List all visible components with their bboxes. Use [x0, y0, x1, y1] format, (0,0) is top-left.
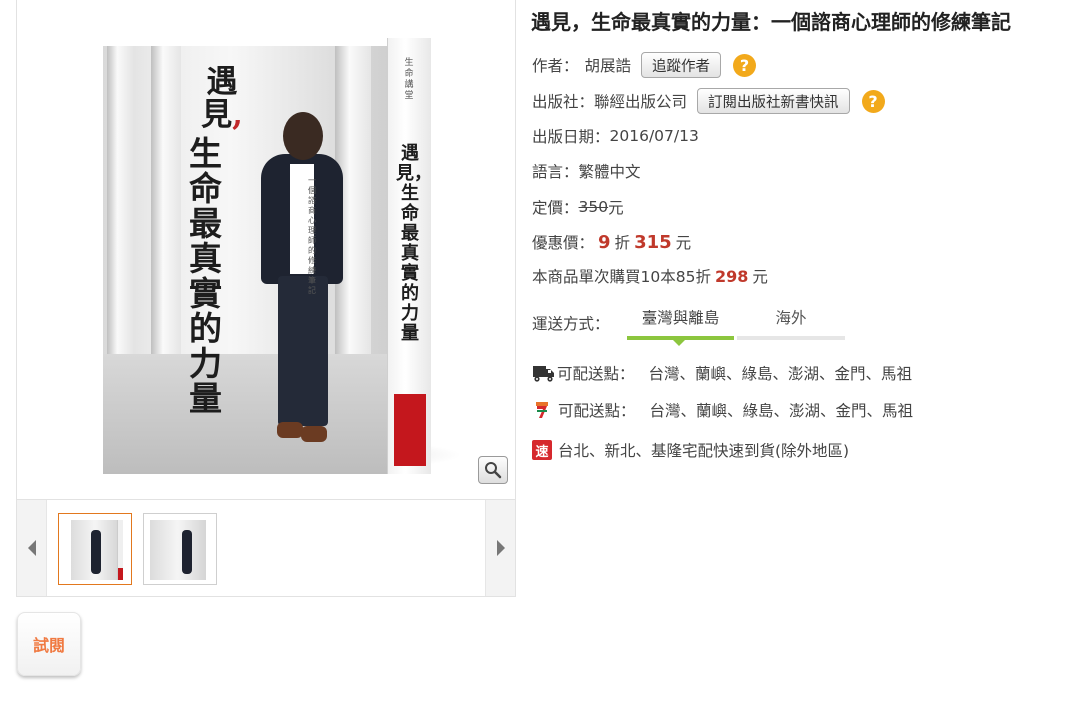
bulk-price-unit: 元 — [752, 268, 768, 286]
preview-button[interactable]: 試閱 — [17, 612, 81, 676]
tab-overseas-underline — [737, 336, 845, 340]
help-icon[interactable]: ? — [861, 89, 885, 113]
book-cover-image[interactable]: 遇見, 生命最真實的力量 一個諮商心理師的修練筆記 生命講堂 遇見，生命最真實的… — [103, 38, 463, 478]
bulk-price-row: 本商品單次購買10本85折 298 元 — [532, 261, 768, 291]
bulk-price-value: 298 — [714, 266, 749, 286]
list-price-row: 定價： 350 元 — [532, 192, 624, 222]
delivery-row-store: 可配送點： 台灣、蘭嶼、綠島、澎湖、金門、馬祖 — [532, 397, 913, 423]
caret-right-icon — [496, 540, 505, 556]
list-price-unit: 元 — [608, 199, 624, 217]
caret-left-icon — [27, 540, 36, 556]
sale-price-label: 優惠價： — [532, 234, 595, 252]
thumbnail-2[interactable] — [143, 513, 217, 585]
discount-unit: 折 — [614, 234, 631, 252]
tab-pointer-icon — [673, 340, 685, 346]
publisher-label: 出版社： — [532, 93, 595, 111]
delivery-row-express: 速 台北、新北、基隆宅配快速到貨(除外地區) — [532, 437, 849, 463]
thumb-person — [91, 530, 101, 574]
cover-title-line1: 遇見, — [201, 64, 243, 133]
publisher-link[interactable]: 聯經出版公司 — [594, 90, 687, 112]
sale-price-row: 優惠價： 9 折 315 元 — [532, 227, 691, 257]
seven-eleven-icon — [536, 402, 548, 418]
author-link[interactable]: 胡展誥 — [585, 54, 632, 76]
follow-author-button[interactable]: 追蹤作者 — [641, 52, 722, 78]
list-price-value: 350 — [578, 198, 609, 216]
shipping-label: 運送方式： — [532, 315, 610, 333]
cover-image-panel: 遇見, 生命最真實的力量 一個諮商心理師的修練筆記 生命講堂 遇見，生命最真實的… — [16, 0, 516, 500]
express-icon: 速 — [532, 440, 552, 460]
tab-taiwan[interactable]: 臺灣與離島 — [627, 306, 734, 336]
spine-title: 遇見，生命最真實的力量 — [396, 143, 432, 344]
cover-title-line2: 生命最真實的力量 — [189, 134, 222, 418]
language-value: 繁體中文 — [578, 163, 641, 181]
cover-person-legs — [278, 276, 328, 426]
delivery-places: 台灣、蘭嶼、綠島、澎湖、金門、馬祖 — [649, 402, 914, 420]
pub-date-label: 出版日期： — [532, 128, 610, 146]
thumb-prev-button[interactable] — [17, 500, 47, 596]
publisher-row: 出版社： 聯經出版公司 訂閱出版社新書快訊 ? — [532, 86, 885, 116]
cover-floor — [103, 354, 387, 474]
tab-overseas[interactable]: 海外 — [737, 306, 845, 336]
delivery-label: 可配送點： — [558, 402, 636, 420]
author-row: 作者： 胡展誥 追蹤作者 ? — [532, 50, 757, 80]
delivery-label: 可配送點： — [557, 365, 635, 383]
thumb-next-button[interactable] — [485, 500, 515, 596]
thumb-person — [182, 530, 192, 574]
delivery-places: 台灣、蘭嶼、綠島、澎湖、金門、馬祖 — [648, 365, 913, 383]
language-row: 語言： 繁體中文 — [532, 156, 641, 186]
list-price-label: 定價： — [532, 199, 579, 217]
bulk-text: 本商品單次購買10本85折 — [532, 268, 711, 286]
cover-person-shoe — [277, 422, 303, 438]
delivery-row-home: 可配送點： 台灣、蘭嶼、綠島、澎湖、金門、馬祖 — [532, 360, 912, 386]
zoom-button[interactable] — [478, 456, 508, 484]
spine-series: 生命講堂 — [404, 58, 414, 101]
book-title: 遇見，生命最真實的力量：一個諮商心理師的修練筆記 — [531, 10, 1011, 34]
sale-price-unit: 元 — [675, 234, 692, 252]
author-label: 作者： — [532, 57, 579, 75]
subscribe-publisher-button[interactable]: 訂閱出版社新書快訊 — [697, 88, 850, 114]
thumbnail-1[interactable] — [58, 513, 132, 585]
sale-price-value: 315 — [634, 231, 672, 253]
thumb-cover — [150, 520, 206, 580]
thumbnail-strip — [16, 500, 516, 597]
help-icon[interactable]: ? — [733, 53, 757, 77]
publisher-logo — [394, 394, 426, 466]
express-text: 台北、新北、基隆宅配快速到貨(除外地區) — [558, 442, 850, 460]
language-label: 語言： — [532, 163, 579, 181]
book-spine: 生命講堂 遇見，生命最真實的力量 — [387, 38, 432, 474]
thumb-logo — [118, 568, 123, 580]
truck-icon — [533, 366, 554, 382]
magnifier-icon — [485, 462, 502, 479]
discount-value: 9 — [598, 231, 611, 253]
cover-person-shoe — [301, 426, 327, 442]
book-front-cover: 遇見, 生命最真實的力量 一個諮商心理師的修練筆記 — [103, 46, 387, 474]
pub-date-value: 2016/07/13 — [609, 127, 699, 145]
pub-date-row: 出版日期： 2016/07/13 — [532, 121, 699, 151]
cover-person-head — [283, 112, 323, 160]
cover-subtitle: 一個諮商心理師的修練筆記 — [308, 176, 316, 295]
